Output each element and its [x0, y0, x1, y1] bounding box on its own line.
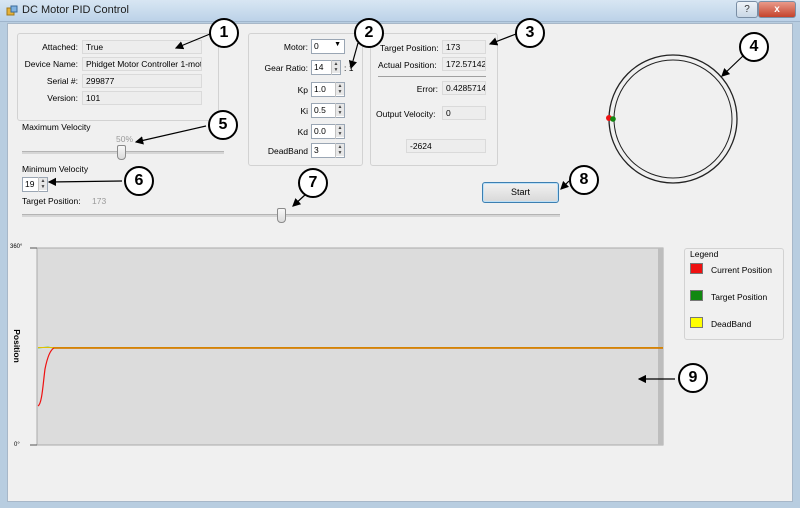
- callout-8: 8: [569, 165, 599, 195]
- callout-6: 6: [124, 166, 154, 196]
- title-bar[interactable]: DC Motor PID Control ? x: [0, 0, 800, 22]
- callout-4: 4: [739, 32, 769, 62]
- application-window: DC Motor PID Control ? x Attached: True …: [0, 0, 800, 508]
- callout-7: 7: [298, 168, 328, 198]
- callout-2: 2: [354, 18, 384, 48]
- callout-5: 5: [208, 110, 238, 140]
- close-button[interactable]: x: [758, 1, 796, 18]
- callout-3: 3: [515, 18, 545, 48]
- callout-arrows: [47, 33, 746, 384]
- callout-9: 9: [678, 363, 708, 393]
- help-button[interactable]: ?: [736, 1, 758, 18]
- client-area: Attached: True Device Name: Phidget Moto…: [7, 18, 793, 502]
- app-icon: [6, 5, 18, 16]
- window-title: DC Motor PID Control: [22, 4, 129, 16]
- callout-1: 1: [209, 18, 239, 48]
